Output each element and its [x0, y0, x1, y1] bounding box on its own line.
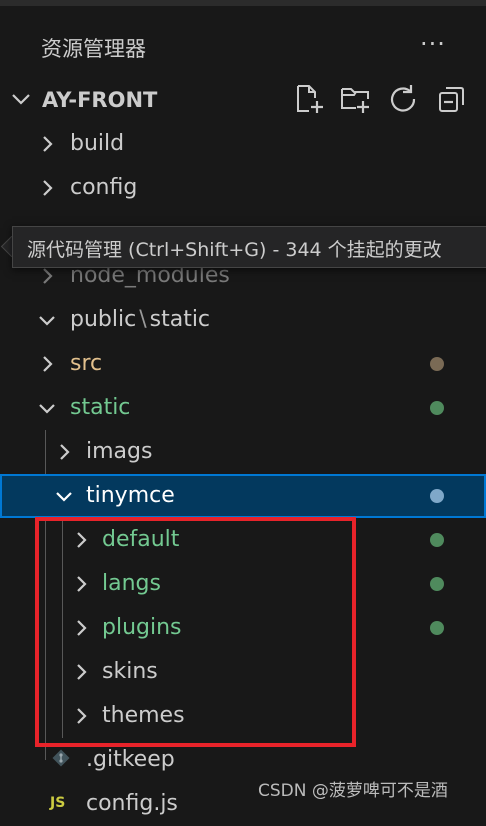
chevron-down-icon [56, 492, 72, 502]
folder-section-header[interactable]: AY-FRONT [0, 78, 486, 122]
tooltip-text: 源代码管理 (Ctrl+Shift+G) - 344 个挂起的更改 [27, 239, 442, 261]
new-folder-icon[interactable] [340, 84, 370, 114]
tree-item-label: config [70, 175, 138, 200]
refresh-icon[interactable] [388, 84, 418, 114]
more-actions-button[interactable]: ··· [420, 30, 446, 58]
tree-item-src[interactable]: src [0, 342, 486, 386]
git-decoration-dot [430, 357, 444, 371]
git-file-icon [52, 749, 70, 767]
tree-item-label: build [70, 131, 125, 156]
javascript-file-icon: JS [50, 795, 66, 811]
chevron-right-icon [60, 444, 70, 460]
tree-item-imags[interactable]: imags [0, 430, 486, 474]
tree-item-label: imags [86, 439, 153, 464]
compact-folder-separator: \ [139, 307, 147, 332]
watermark-text: CSDN @菠萝啤可不是酒 [258, 781, 448, 801]
highlight-annotation-box [35, 517, 356, 747]
git-decoration-dot [430, 621, 444, 635]
tree-item-public-static[interactable]: public \ static [0, 298, 486, 342]
tree-item-config[interactable]: config [0, 166, 486, 210]
chevron-down-icon [39, 316, 55, 326]
tree-item-static[interactable]: static [0, 386, 486, 430]
tree-item-label: static [70, 395, 131, 420]
git-decoration-dot [430, 577, 444, 591]
chevron-right-icon [43, 268, 53, 284]
chevron-right-icon [43, 356, 53, 372]
tree-item-label: tinymce [86, 483, 175, 508]
chevron-down-icon [39, 404, 55, 414]
source-control-tooltip: 源代码管理 (Ctrl+Shift+G) - 344 个挂起的更改 [12, 226, 486, 268]
tree-item-label: src [70, 351, 103, 376]
compact-folder-part[interactable]: static [150, 307, 210, 332]
chevron-right-icon [43, 180, 53, 196]
compact-folder-part[interactable]: public [70, 307, 136, 332]
git-decoration-dot [430, 533, 444, 547]
new-file-icon[interactable] [294, 84, 324, 114]
explorer-header: 资源管理器 ··· [0, 6, 486, 76]
explorer-title: 资源管理器 [41, 37, 146, 61]
tree-item-label: .gitkeep [86, 747, 175, 772]
workspace-folder-name: AY-FRONT [42, 88, 158, 112]
git-decoration-dot [430, 489, 444, 503]
tree-item-build[interactable]: build [0, 122, 486, 166]
chevron-down-icon [12, 94, 30, 105]
tree-item-label: config.js [86, 791, 178, 816]
git-decoration-dot [430, 401, 444, 415]
tree-item-label: public \ static [70, 307, 210, 332]
collapse-all-icon[interactable] [437, 84, 467, 114]
tree-item-tinymce[interactable]: tinymce [0, 474, 486, 518]
chevron-right-icon [43, 136, 53, 152]
